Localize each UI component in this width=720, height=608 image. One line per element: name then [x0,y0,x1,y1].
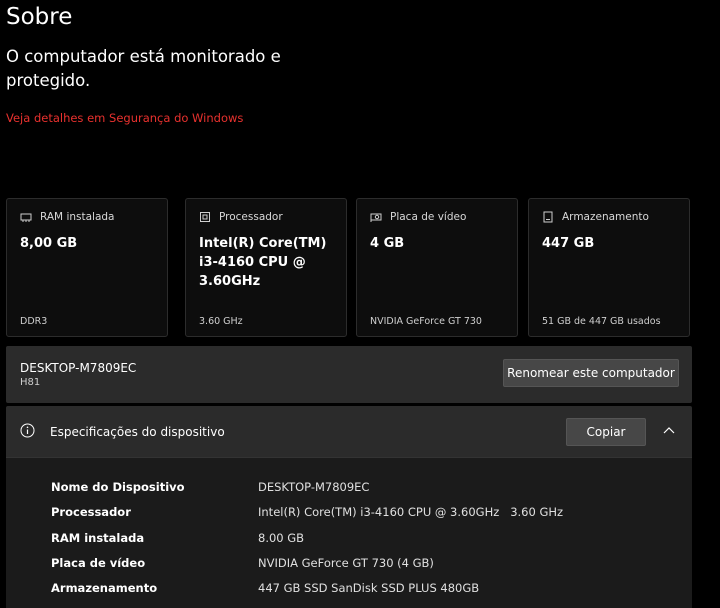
card-processor-label: Processador [219,211,283,223]
page-title: Sobre [6,4,73,30]
spec-value: DESKTOP-M7809EC [258,480,370,494]
spec-value: 447 GB SSD SanDisk SSD PLUS 480GB [258,581,480,595]
card-ram-label: RAM instalada [40,211,115,223]
rename-computer-button[interactable]: Renomear este computador [503,359,679,387]
protection-status: O computador está monitorado e protegido… [6,47,281,90]
card-gpu-sub: NVIDIA GeForce GT 730 [370,316,482,327]
card-processor-value: Intel(R) Core(TM) i3-4160 CPU @ 3.60GHz [199,236,327,289]
security-details-link[interactable]: Veja detalhes em Segurança do Windows [6,111,243,125]
spec-value: Intel(R) Core(TM) i3-4160 CPU @ 3.60GHz … [258,505,564,519]
spec-key: Placa de vídeo [51,556,146,570]
spec-key: Processador [51,505,131,519]
device-specs-title: Especificações do dispositivo [50,425,225,439]
spec-key: Nome do Dispositivo [51,480,185,494]
device-specs-list: Nome do Dispositivo DESKTOP-M7809EC Proc… [6,457,692,608]
card-processor: Processador Intel(R) Core(TM) i3-4160 CP… [185,198,347,337]
device-specs-header[interactable]: Especificações do dispositivo Copiar [6,406,692,457]
spec-row: Armazenamento 447 GB SSD SanDisk SSD PLU… [6,581,692,601]
copy-button[interactable]: Copiar [566,418,646,446]
card-storage-sub: 51 GB de 447 GB usados [542,316,661,327]
storage-icon [543,211,553,223]
gpu-icon [370,213,382,222]
processor-icon [200,212,210,222]
device-model: H81 [20,377,41,388]
info-icon [20,423,35,438]
card-gpu-value: 4 GB [370,236,405,251]
spec-row: Placa de vídeo NVIDIA GeForce GT 730 (4 … [6,556,692,576]
spec-key: RAM instalada [51,531,145,545]
ram-icon [20,213,32,222]
card-storage-label: Armazenamento [562,211,649,223]
card-ram-sub: DDR3 [20,316,48,327]
card-ram: RAM instalada 8,00 GB DDR3 [6,198,168,337]
spec-row: RAM instalada 8.00 GB [6,531,692,551]
device-name-panel: DESKTOP-M7809EC H81 Renomear este comput… [6,346,692,403]
card-processor-sub: 3.60 GHz [199,316,243,327]
spec-row: Nome do Dispositivo DESKTOP-M7809EC [6,480,692,500]
device-name: DESKTOP-M7809EC [20,361,137,375]
spec-value: 8.00 GB [258,531,305,545]
spec-value: NVIDIA GeForce GT 730 (4 GB) [258,556,434,570]
spec-key: Armazenamento [51,581,158,595]
chevron-up-icon[interactable] [662,424,676,438]
card-storage: Armazenamento 447 GB 51 GB de 447 GB usa… [528,198,690,337]
spec-row: Processador Intel(R) Core(TM) i3-4160 CP… [6,505,692,525]
card-gpu: Placa de vídeo 4 GB NVIDIA GeForce GT 73… [356,198,518,337]
card-ram-value: 8,00 GB [20,236,78,251]
card-gpu-label: Placa de vídeo [390,211,467,223]
card-storage-value: 447 GB [542,236,595,251]
